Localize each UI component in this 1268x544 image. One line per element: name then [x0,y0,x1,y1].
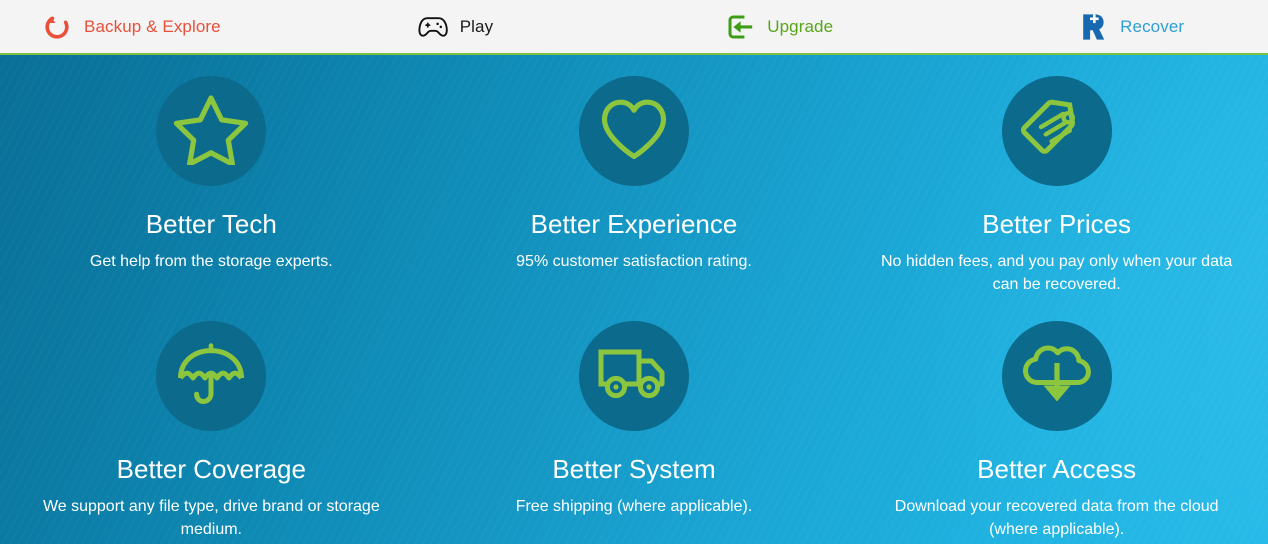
feature-description: Free shipping (where applicable). [515,498,753,516]
delivery-truck-icon [596,343,672,410]
price-tag-icon [1020,93,1093,170]
feature-description: No hidden fees, and you pay only when yo… [880,253,1233,294]
nav-label-play: Play [459,16,494,36]
feature-card-better-access: Better Access Download your recovered da… [845,300,1268,544]
nav-item-backup-explore[interactable]: Backup & Explore [41,0,221,53]
feature-card-better-tech: Better Tech Get help from the storage ex… [0,55,423,300]
feature-description: 95% customer satisfaction rating. [516,253,752,271]
feature-title: Better System [552,454,716,484]
features-hero-panel: Better Tech Get help from the storage ex… [0,55,1268,544]
icon-circle-star [156,76,267,186]
recover-r-icon [1077,11,1109,43]
icon-circle-umbrella [156,321,267,431]
icon-circle-truck [578,321,689,431]
nav-item-upgrade[interactable]: Upgrade [724,0,833,53]
nav-label-recover: Recover [1120,16,1185,36]
star-icon [173,93,249,170]
icon-circle-cloud-download [1001,321,1112,431]
feature-title: Better Prices [982,209,1132,239]
heart-icon [598,96,670,167]
top-navigation-bar: Backup & Explore Play Upgrade Recover [0,0,1268,55]
gamepad-icon [417,11,449,43]
icon-circle-heart [578,76,689,186]
feature-card-better-prices: Better Prices No hidden fees, and you pa… [845,55,1268,300]
feature-card-better-experience: Better Experience 95% customer satisfact… [423,55,846,300]
feature-description: Get help from the storage experts. [89,253,333,271]
umbrella-icon [174,337,248,416]
refresh-circular-arrow-icon [41,11,73,43]
feature-title: Better Tech [145,209,277,239]
login-arrow-icon [724,11,756,43]
icon-circle-price-tag [1001,76,1112,186]
features-grid: Better Tech Get help from the storage ex… [0,55,1268,544]
feature-description: We support any file type, drive brand or… [42,498,380,539]
feature-card-better-coverage: Better Coverage We support any file type… [0,300,423,544]
cloud-download-icon [1019,338,1095,415]
feature-description: Download your recovered data from the cl… [894,498,1219,539]
feature-title: Better Experience [530,209,738,239]
nav-item-recover[interactable]: Recover [1077,0,1184,53]
nav-label-backup-explore: Backup & Explore [84,16,221,36]
feature-card-better-system: Better System Free shipping (where appli… [423,300,846,544]
nav-item-play[interactable]: Play [417,0,493,53]
feature-title: Better Coverage [116,454,306,484]
nav-label-upgrade: Upgrade [767,16,834,36]
feature-title: Better Access [977,454,1137,484]
